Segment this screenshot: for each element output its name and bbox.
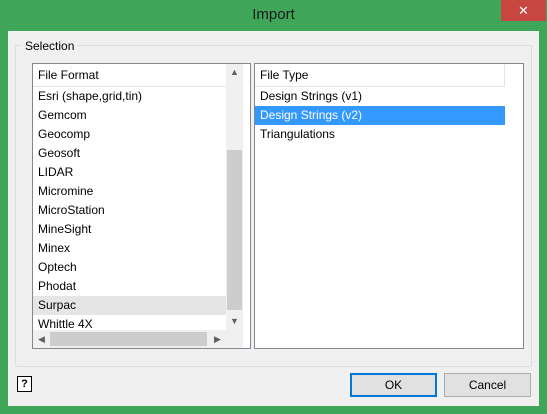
import-dialog: Import ✕ Selection File Format Esri (sha… (0, 0, 547, 414)
file-format-column-header[interactable]: File Format (33, 64, 226, 87)
dialog-body: Selection File Format Esri (shape,grid,t… (8, 31, 539, 406)
list-item[interactable]: Geocomp (33, 125, 226, 144)
list-item-hovered[interactable]: Surpac (33, 296, 226, 315)
vertical-scroll-thumb[interactable] (227, 150, 242, 310)
title-bar[interactable]: Import ✕ (0, 0, 547, 31)
ok-button[interactable]: OK (350, 373, 437, 397)
scroll-down-icon[interactable]: ▼ (226, 313, 243, 330)
list-item[interactable]: MicroStation (33, 201, 226, 220)
help-icon[interactable]: ? (17, 376, 32, 392)
close-button[interactable]: ✕ (501, 0, 546, 21)
list-item[interactable]: LIDAR (33, 163, 226, 182)
list-item[interactable]: Gemcom (33, 106, 226, 125)
list-item[interactable]: Geosoft (33, 144, 226, 163)
list-item[interactable]: Optech (33, 258, 226, 277)
window-title: Import (252, 6, 295, 23)
file-format-list[interactable]: File Format Esri (shape,grid,tin) Gemcom… (32, 63, 251, 349)
list-item[interactable]: Esri (shape,grid,tin) (33, 87, 226, 106)
list-item-selected[interactable]: Design Strings (v2) (255, 106, 505, 125)
scroll-right-icon[interactable]: ▶ (209, 330, 226, 348)
list-item[interactable]: Design Strings (v1) (255, 87, 505, 106)
scrollbar-corner (226, 330, 243, 348)
selection-group-label: Selection (22, 39, 78, 53)
horizontal-scrollbar[interactable]: ◀ ▶ (33, 330, 226, 348)
scroll-left-icon[interactable]: ◀ (33, 330, 50, 348)
list-item[interactable]: Triangulations (255, 125, 505, 144)
list-item[interactable]: Minex (33, 239, 226, 258)
scroll-up-icon[interactable]: ▲ (226, 64, 243, 81)
list-item[interactable]: Phodat (33, 277, 226, 296)
file-type-column-header[interactable]: File Type (255, 64, 505, 87)
file-type-list[interactable]: File Type Design Strings (v1) Design Str… (254, 63, 524, 349)
list-item[interactable]: MineSight (33, 220, 226, 239)
horizontal-scroll-thumb[interactable] (50, 332, 207, 346)
cancel-button[interactable]: Cancel (444, 373, 531, 397)
list-item[interactable]: Micromine (33, 182, 226, 201)
vertical-scrollbar[interactable]: ▲ ▼ (226, 64, 243, 330)
